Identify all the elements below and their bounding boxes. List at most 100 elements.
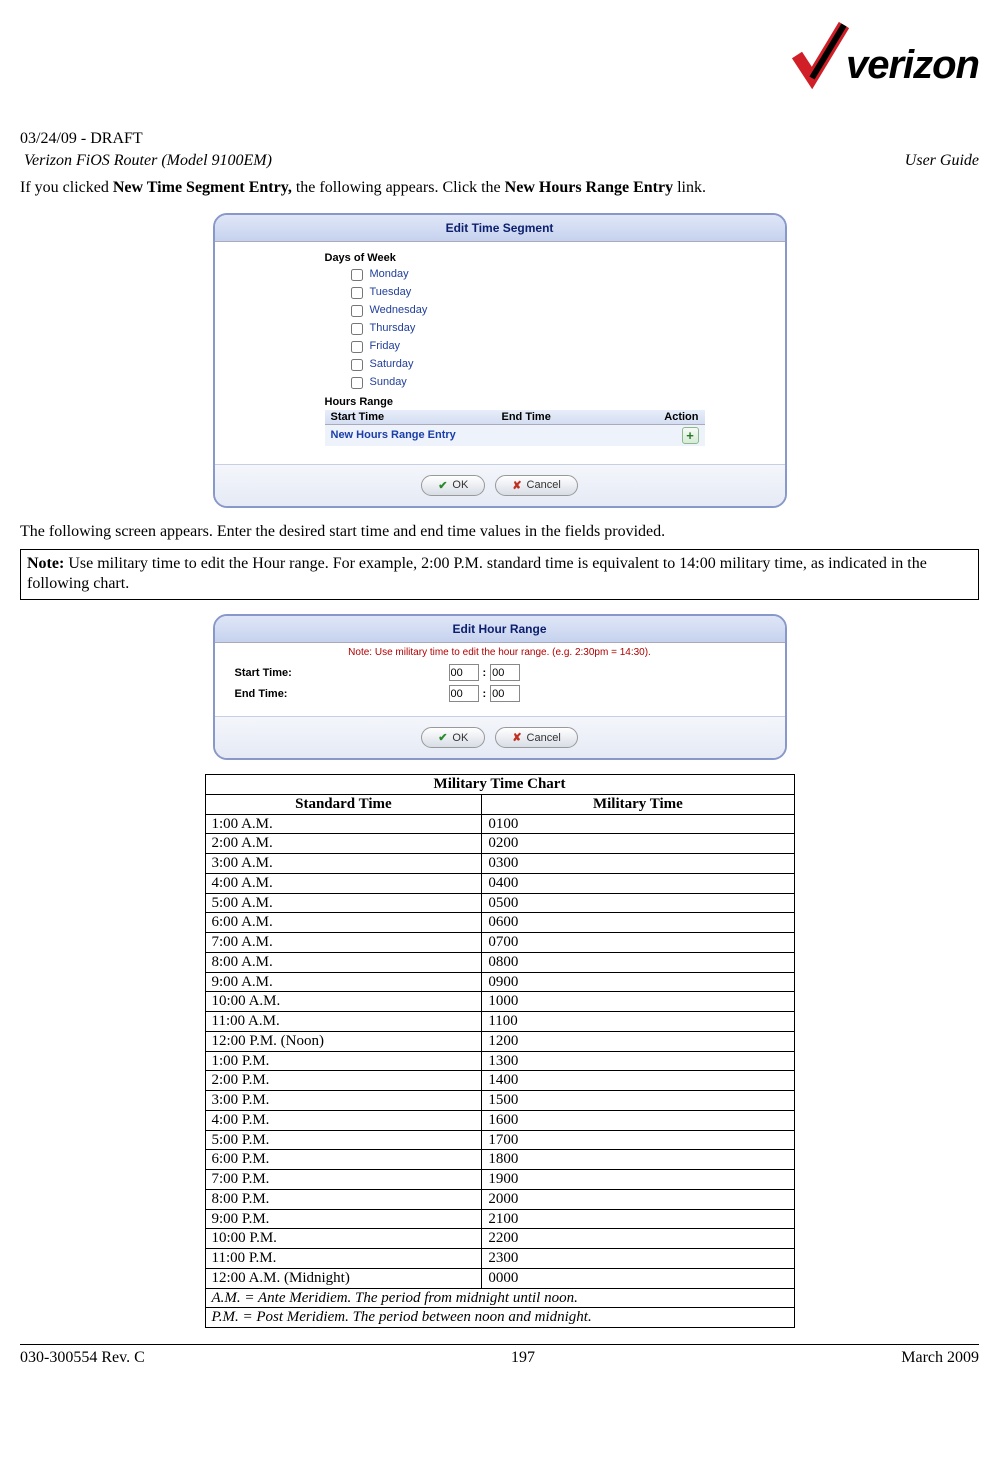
header-draft-line: 03/24/09 - DRAFT <box>20 130 979 148</box>
header-doc-type: User Guide <box>905 152 979 170</box>
standard-time-cell: 1:00 P.M. <box>205 1051 482 1071</box>
day-label: Sunday <box>370 375 407 390</box>
x-icon: ✘ <box>512 479 521 492</box>
checkbox-sunday[interactable] <box>351 377 363 389</box>
standard-time-cell: 3:00 A.M. <box>205 854 482 874</box>
standard-time-cell: 2:00 P.M. <box>205 1071 482 1091</box>
standard-time-cell: 4:00 P.M. <box>205 1110 482 1130</box>
end-minute-input[interactable] <box>490 685 520 702</box>
military-time-cell: 1800 <box>482 1150 794 1170</box>
standard-time-cell: 7:00 A.M. <box>205 933 482 953</box>
military-time-cell: 0000 <box>482 1268 794 1288</box>
end-time-label: End Time: <box>235 688 445 700</box>
edit-hour-range-panel: Edit Hour Range Note: Use military time … <box>213 614 787 760</box>
military-time-cell: 1700 <box>482 1130 794 1150</box>
checkbox-monday[interactable] <box>351 269 363 281</box>
edit-time-segment-panel: Edit Time Segment Days of Week Monday Tu… <box>213 213 787 508</box>
cancel-button[interactable]: ✘Cancel <box>495 475 577 496</box>
col-military-time: Military Time <box>482 794 794 814</box>
day-row-sunday[interactable]: Sunday <box>347 374 775 392</box>
military-time-cell: 0200 <box>482 834 794 854</box>
hours-range-table: Start Time End Time Action New Hours Ran… <box>325 410 705 446</box>
military-time-cell: 1000 <box>482 992 794 1012</box>
days-of-week-label: Days of Week <box>325 252 775 264</box>
start-hour-input[interactable] <box>449 664 479 681</box>
verizon-wordmark: verizon <box>846 43 979 90</box>
start-minute-input[interactable] <box>490 664 520 681</box>
military-time-cell: 1500 <box>482 1091 794 1111</box>
military-time-chart: Military Time Chart Standard Time Milita… <box>205 774 795 1328</box>
col-start-time: Start Time <box>325 410 496 425</box>
brand-logo-row: verizon <box>20 20 979 120</box>
intro-text: If you clicked New Time Segment Entry, t… <box>20 178 979 199</box>
standard-time-cell: 3:00 P.M. <box>205 1091 482 1111</box>
between-text: The following screen appears. Enter the … <box>20 522 979 543</box>
day-label: Saturday <box>370 357 414 372</box>
hours-range-label: Hours Range <box>325 396 775 408</box>
checkbox-wednesday[interactable] <box>351 305 363 317</box>
checkbox-thursday[interactable] <box>351 323 363 335</box>
military-time-cell: 1400 <box>482 1071 794 1091</box>
standard-time-cell: 10:00 P.M. <box>205 1229 482 1249</box>
colon-separator: : <box>483 667 487 679</box>
standard-time-cell: 2:00 A.M. <box>205 834 482 854</box>
day-row-friday[interactable]: Friday <box>347 338 775 356</box>
verizon-logo: verizon <box>792 20 979 90</box>
cancel-button[interactable]: ✘Cancel <box>495 727 577 748</box>
days-list: Monday Tuesday Wednesday Thursday Friday… <box>325 266 775 392</box>
col-end-time: End Time <box>496 410 648 425</box>
military-time-cell: 1100 <box>482 1012 794 1032</box>
end-hour-input[interactable] <box>449 685 479 702</box>
new-hours-range-entry-link[interactable]: New Hours Range Entry <box>325 424 496 446</box>
military-time-cell: 1600 <box>482 1110 794 1130</box>
standard-time-cell: 12:00 P.M. (Noon) <box>205 1031 482 1051</box>
col-action: Action <box>648 410 705 425</box>
day-label: Tuesday <box>370 285 412 300</box>
footer-pagenum: 197 <box>511 1349 535 1367</box>
day-row-saturday[interactable]: Saturday <box>347 356 775 374</box>
chart-title: Military Time Chart <box>205 775 794 795</box>
military-time-cell: 1200 <box>482 1031 794 1051</box>
checkbox-saturday[interactable] <box>351 359 363 371</box>
standard-time-cell: 8:00 A.M. <box>205 952 482 972</box>
day-row-tuesday[interactable]: Tuesday <box>347 284 775 302</box>
standard-time-cell: 4:00 A.M. <box>205 873 482 893</box>
x-icon: ✘ <box>512 731 521 744</box>
standard-time-cell: 6:00 A.M. <box>205 913 482 933</box>
military-time-cell: 0400 <box>482 873 794 893</box>
day-label: Friday <box>370 339 401 354</box>
ok-button[interactable]: ✔OK <box>421 475 485 496</box>
military-time-cell: 2300 <box>482 1249 794 1269</box>
military-time-cell: 2100 <box>482 1209 794 1229</box>
standard-time-cell: 9:00 P.M. <box>205 1209 482 1229</box>
standard-time-cell: 9:00 A.M. <box>205 972 482 992</box>
ok-button[interactable]: ✔OK <box>421 727 485 748</box>
page-footer: 030-300554 Rev. C 197 March 2009 <box>20 1344 979 1367</box>
day-label: Monday <box>370 267 409 282</box>
day-row-thursday[interactable]: Thursday <box>347 320 775 338</box>
day-label: Thursday <box>370 321 416 336</box>
col-standard-time: Standard Time <box>205 794 482 814</box>
check-icon: ✔ <box>438 479 447 492</box>
military-time-cell: 0300 <box>482 854 794 874</box>
military-time-cell: 1300 <box>482 1051 794 1071</box>
standard-time-cell: 6:00 P.M. <box>205 1150 482 1170</box>
day-row-monday[interactable]: Monday <box>347 266 775 284</box>
standard-time-cell: 1:00 A.M. <box>205 814 482 834</box>
military-time-cell: 2200 <box>482 1229 794 1249</box>
standard-time-cell: 11:00 A.M. <box>205 1012 482 1032</box>
checkbox-friday[interactable] <box>351 341 363 353</box>
standard-time-cell: 5:00 A.M. <box>205 893 482 913</box>
standard-time-cell: 11:00 P.M. <box>205 1249 482 1269</box>
checkbox-tuesday[interactable] <box>351 287 363 299</box>
military-time-cell: 0700 <box>482 933 794 953</box>
standard-time-cell: 10:00 A.M. <box>205 992 482 1012</box>
standard-time-cell: 7:00 P.M. <box>205 1170 482 1190</box>
add-icon[interactable]: + <box>682 427 699 444</box>
panel-title: Edit Time Segment <box>215 215 785 242</box>
check-icon: ✔ <box>438 731 447 744</box>
military-time-cell: 0800 <box>482 952 794 972</box>
day-row-wednesday[interactable]: Wednesday <box>347 302 775 320</box>
colon-separator: : <box>483 688 487 700</box>
standard-time-cell: 5:00 P.M. <box>205 1130 482 1150</box>
